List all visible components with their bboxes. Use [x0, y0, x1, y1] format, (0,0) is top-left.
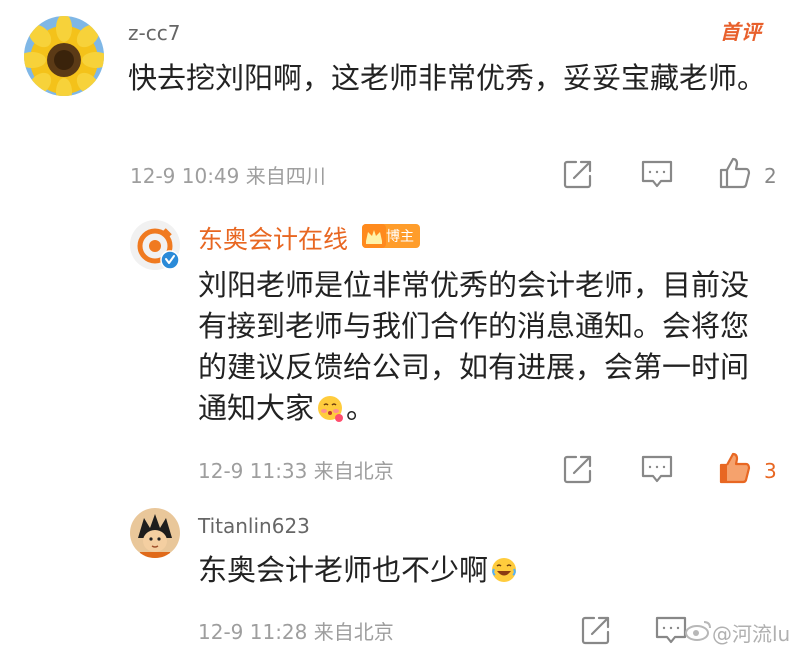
weibo-logo-icon	[684, 618, 712, 642]
comment-icon[interactable]	[640, 453, 674, 487]
comment-text-content: 东奥会计老师也不少啊	[198, 553, 489, 587]
blushing-emoji-icon	[316, 392, 344, 422]
comment-text: 东奥会计老师也不少啊	[198, 550, 768, 591]
crown-icon	[362, 224, 386, 248]
share-icon[interactable]	[562, 453, 596, 487]
share-icon[interactable]	[562, 158, 596, 192]
username[interactable]: z-cc7	[128, 21, 180, 45]
author-badge: 博主	[362, 224, 420, 248]
watermark: @河流lu	[712, 622, 791, 646]
author-badge-label: 博主	[386, 229, 414, 245]
comment-meta: 12-9 10:49 来自四川	[130, 164, 326, 188]
comment-text-content: 快去挖刘阳啊，这老师非常优秀，妥妥宝藏老师。	[128, 61, 767, 95]
like-count: 3	[764, 459, 777, 483]
verified-badge-icon	[160, 250, 180, 270]
username[interactable]: 东奥会计在线	[198, 226, 348, 254]
comment-text: 快去挖刘阳啊，这老师非常优秀，妥妥宝藏老师。	[128, 58, 768, 99]
comment-text: 刘阳老师是位非常优秀的会计老师，目前没有接到老师与我们合作的消息通知。会将您的建…	[198, 265, 768, 429]
share-icon[interactable]	[580, 614, 614, 648]
comment-text-content: 刘阳老师是位非常优秀的会计老师，目前没有接到老师与我们合作的消息通知。会将您的建…	[198, 268, 750, 425]
comment-icon[interactable]	[654, 614, 688, 648]
avatar[interactable]	[24, 16, 104, 96]
comment-meta: 12-9 11:28 来自北京	[198, 620, 394, 644]
comment-icon[interactable]	[640, 158, 674, 192]
thumbs-up-filled-icon[interactable]	[718, 451, 752, 485]
like-count: 2	[764, 164, 777, 188]
laughing-emoji-icon	[490, 554, 518, 582]
first-comment-badge: 首评	[720, 20, 762, 44]
comment-meta: 12-9 11:33 来自北京	[198, 459, 394, 483]
comment-text-end: 。	[346, 391, 376, 425]
thumbs-up-icon[interactable]	[718, 156, 752, 190]
username[interactable]: Titanlin623	[198, 514, 310, 538]
avatar[interactable]	[130, 508, 180, 558]
